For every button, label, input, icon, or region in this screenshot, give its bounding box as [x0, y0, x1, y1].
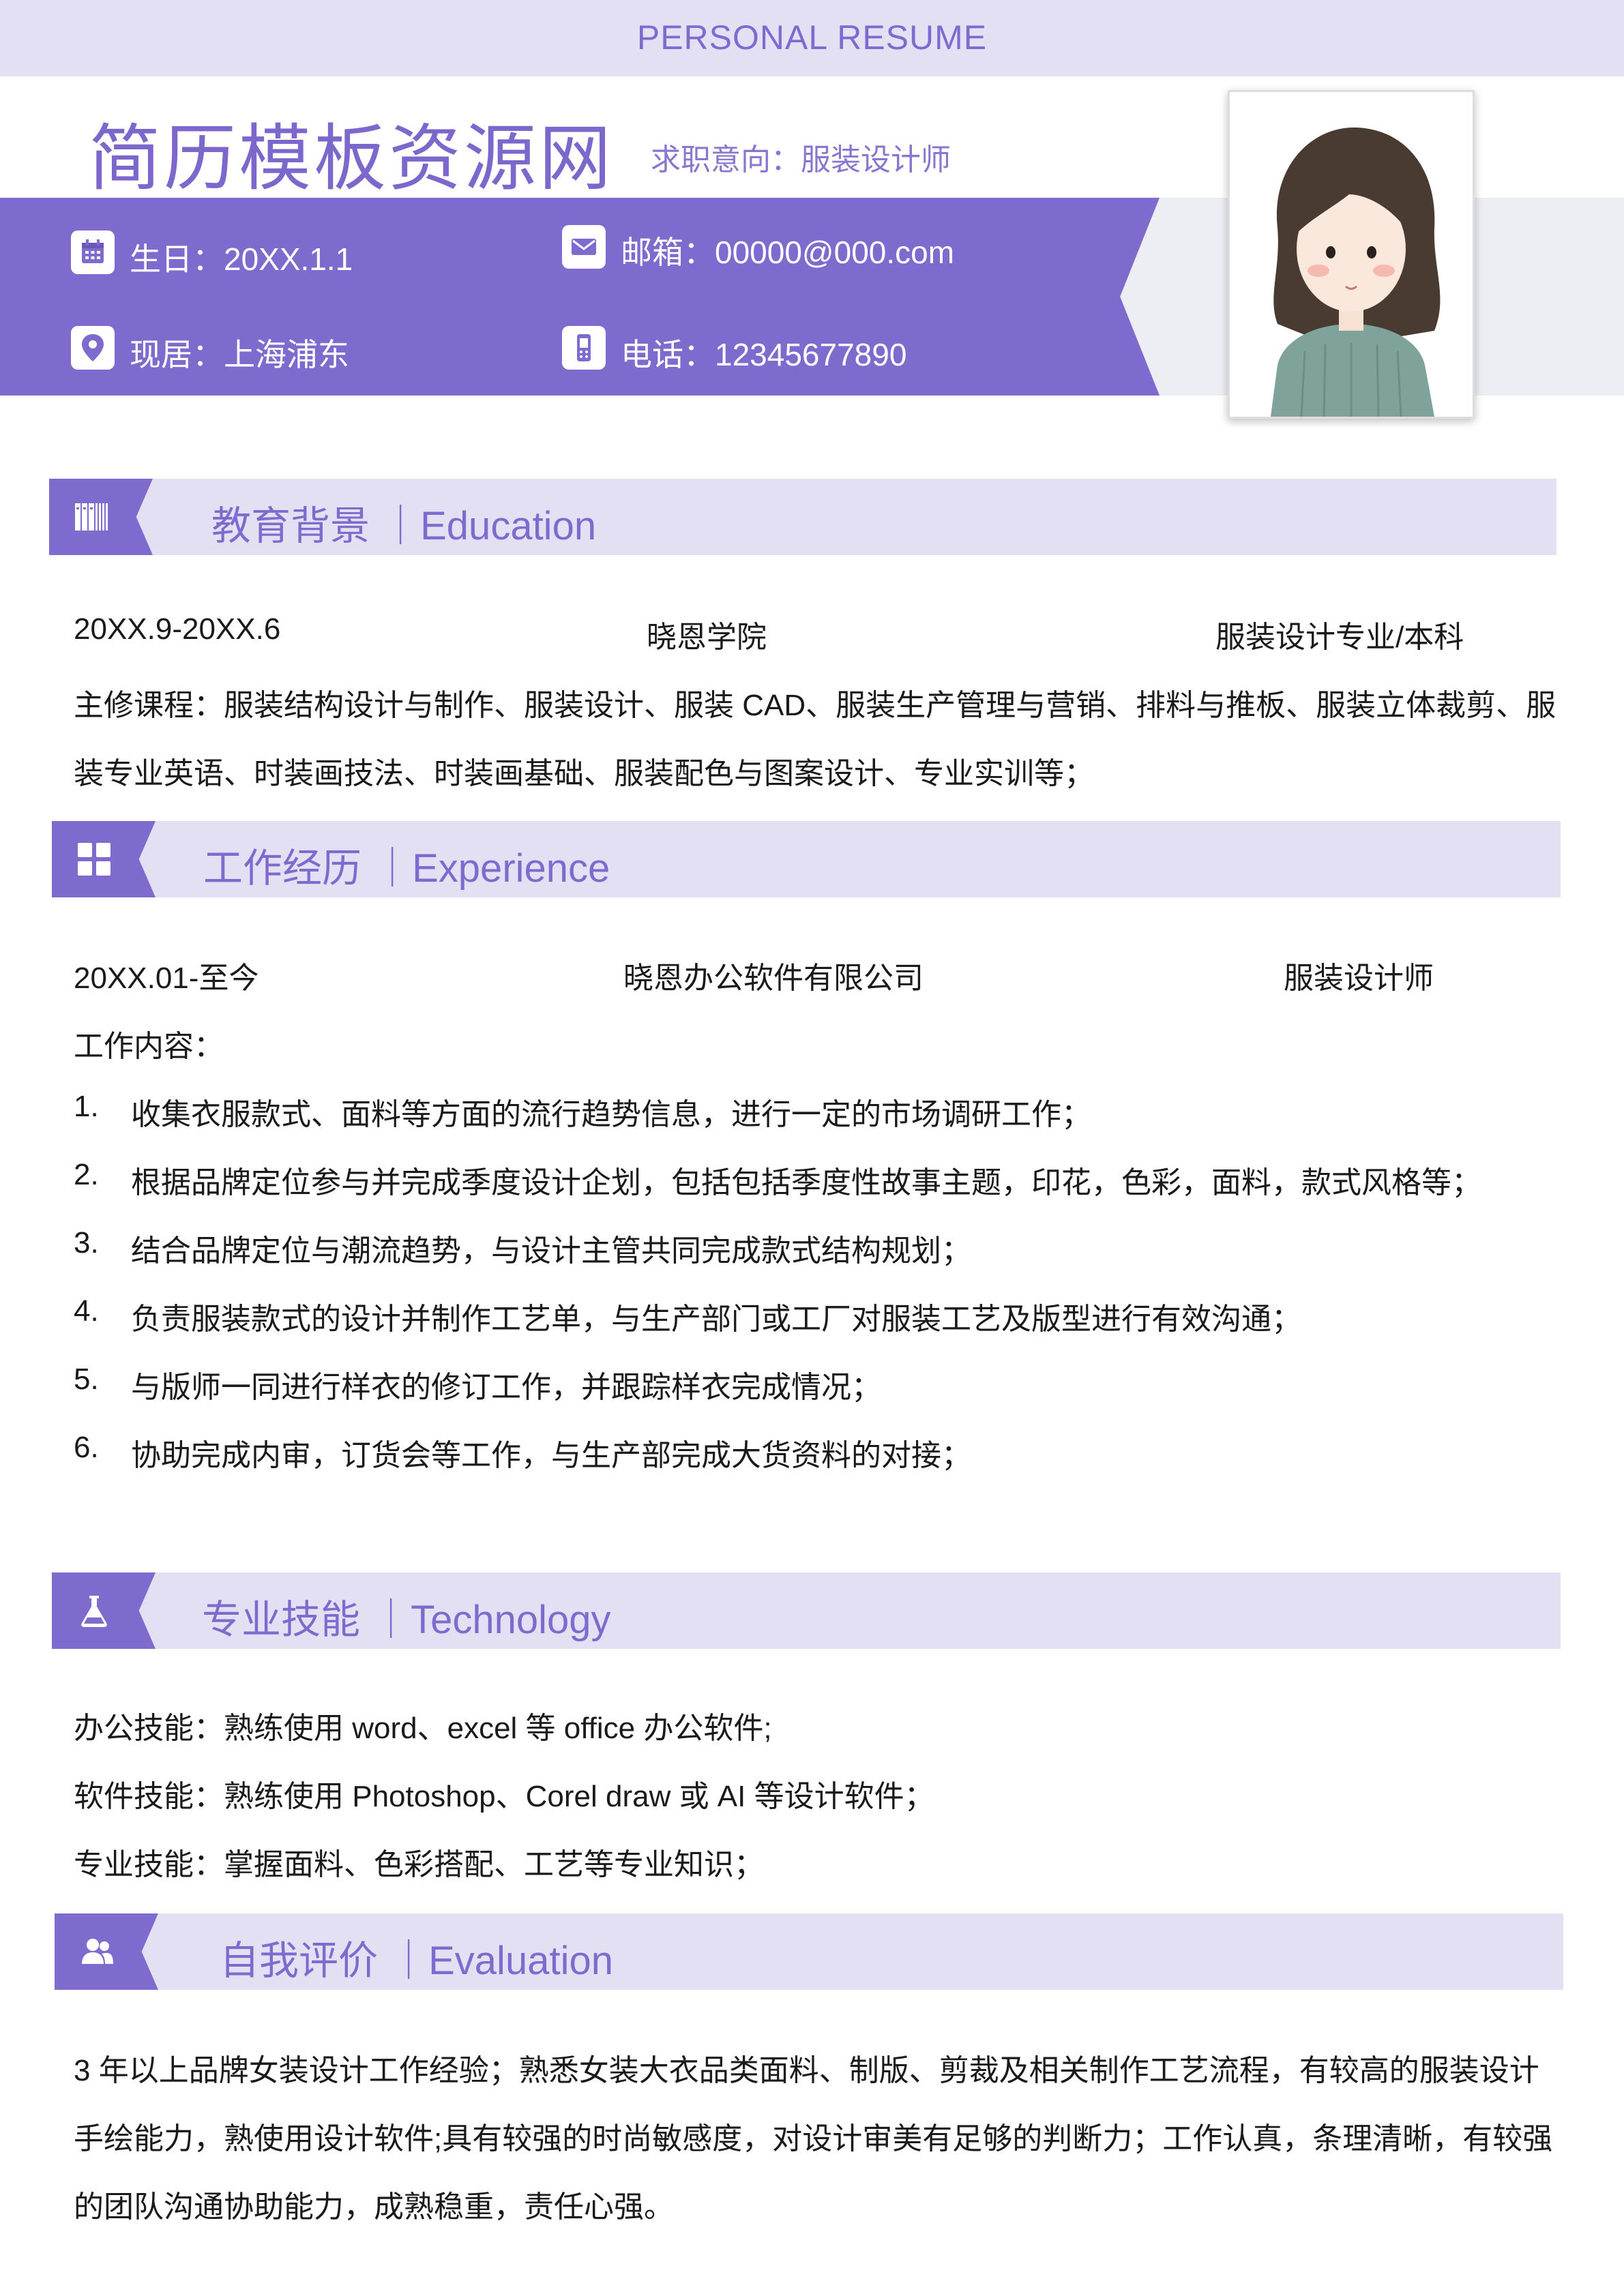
experience-item-number: 6. — [74, 1431, 99, 1464]
location-icon — [71, 326, 115, 370]
experience-item-text: 结合品牌定位与潮流趋势，与设计主管共同完成款式结构规划； — [131, 1234, 971, 1268]
experience-item-number: 1. — [74, 1090, 99, 1123]
experience-content-label: 工作内容： — [74, 1030, 224, 1063]
technology-line: 办公技能：熟练使用 word、excel 等 office 办公软件; — [74, 1712, 772, 1745]
experience-item-text: 负责服装款式的设计并制作工艺单，与生产部门或工厂对服装工艺及版型进行有效沟通； — [131, 1302, 1301, 1336]
experience-company: 晓恩办公软件有限公司 — [623, 961, 924, 995]
education-school: 晓恩学院 — [647, 621, 767, 654]
education-title: 教育背景 ｜Education — [211, 504, 597, 548]
candidate-name: 简历模板资源网 — [89, 119, 614, 199]
education-major: 服装设计专业/本科 — [1215, 621, 1464, 654]
experience-title: 工作经历 ｜Experience — [203, 846, 610, 891]
experience-item-text: 收集衣服款式、面料等方面的流行趋势信息，进行一定的市场调研工作； — [131, 1098, 1091, 1131]
experience-position: 服装设计师 — [1284, 961, 1434, 995]
evaluation-title: 自我评价 ｜Evaluation — [220, 1939, 613, 1983]
phone-text: 电话：12345677890 — [621, 337, 907, 372]
profile-photo — [1228, 90, 1475, 419]
birthday-text: 生日：20XX.1.1 — [130, 241, 353, 277]
experience-item-text: 协助完成内审，订货会等工作，与生产部完成大货资料的对接； — [131, 1439, 971, 1472]
technology-line: 软件技能：熟练使用 Photoshop、Corel draw 或 AI 等设计软… — [74, 1780, 934, 1813]
evaluation-line: 的团队沟通协助能力，成熟稳重，责任心强。 — [74, 2190, 674, 2224]
evaluation-line: 3 年以上品牌女装设计工作经验；熟悉女装大衣品类面料、制版、剪裁及相关制作工艺流… — [74, 2054, 1539, 2087]
phone-icon — [562, 326, 606, 370]
top-title: PERSONAL RESUME — [636, 18, 988, 57]
job-intent: 求职意向：服装设计师 — [651, 143, 951, 177]
email-text: 邮箱：00000@000.com — [621, 235, 955, 270]
education-courses-line1: 主修课程：服装结构设计与制作、服装设计、服装 CAD、服装生产管理与营销、排料与… — [74, 689, 1556, 722]
experience-period: 20XX.01-至今 — [74, 961, 259, 995]
experience-item-number: 2. — [74, 1158, 99, 1191]
education-period: 20XX.9-20XX.6 — [74, 612, 281, 646]
experience-item-text: 根据品牌定位参与并完成季度设计企划，包括包括季度性故事主题，印花，色彩，面料，款… — [131, 1166, 1481, 1199]
technology-line: 专业技能：掌握面料、色彩搭配、工艺等专业知识； — [74, 1848, 764, 1881]
technology-title: 专业技能 ｜Technology — [202, 1598, 611, 1642]
location-text: 现居：上海浦东 — [130, 337, 349, 372]
experience-item-number: 3. — [74, 1226, 99, 1259]
experience-item-number: 4. — [74, 1294, 99, 1328]
experience-item-text: 与版师一同进行样衣的修订工作，并跟踪样衣完成情况； — [131, 1371, 881, 1404]
calendar-icon — [71, 230, 115, 274]
email-icon — [562, 225, 606, 269]
education-courses-line2: 装专业英语、时装画技法、时装画基础、服装配色与图案设计、专业实训等； — [74, 757, 1094, 790]
experience-item-number: 5. — [74, 1362, 99, 1396]
evaluation-line: 手绘能力，熟使用设计软件;具有较强的时尚敏感度，对设计审美有足够的判断力；工作认… — [74, 2122, 1553, 2156]
